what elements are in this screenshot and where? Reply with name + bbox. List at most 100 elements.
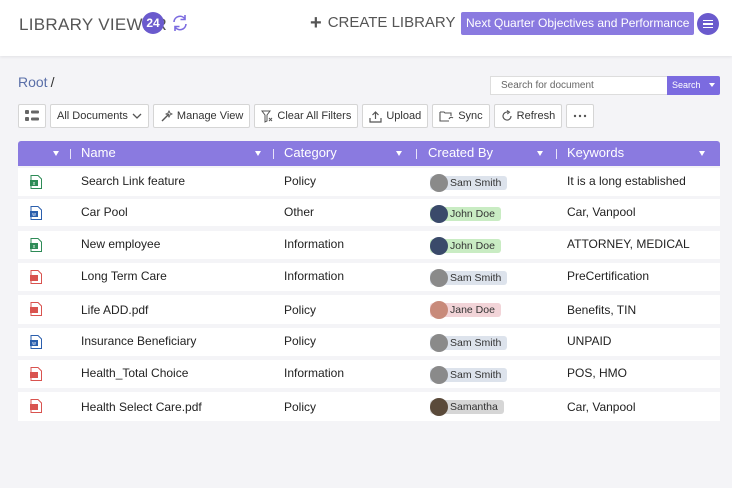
pdf-file-icon xyxy=(30,399,42,413)
user-chip[interactable]: John Doe xyxy=(430,237,501,255)
document-name[interactable]: Life ADD.pdf xyxy=(81,303,148,317)
search-input[interactable]: Search for document xyxy=(490,76,668,95)
search-button-label: Search xyxy=(672,80,701,90)
sync-icon[interactable] xyxy=(170,13,190,33)
word-file-icon: w xyxy=(30,206,42,220)
document-name[interactable]: Car Pool xyxy=(81,205,128,219)
document-name[interactable]: Health_Total Choice xyxy=(81,366,188,380)
column-header-category[interactable]: Category xyxy=(284,141,337,166)
plus-icon: + xyxy=(310,11,322,34)
layout-toggle-button[interactable] xyxy=(18,104,46,128)
created-by-name: John Doe xyxy=(450,208,495,220)
breadcrumb-root-link[interactable]: Root xyxy=(18,74,48,90)
manage-view-button[interactable]: Manage View xyxy=(152,104,251,128)
more-options-button[interactable] xyxy=(566,104,595,128)
avatar xyxy=(430,269,448,287)
document-name[interactable]: New employee xyxy=(81,237,160,251)
column-header-name[interactable]: Name xyxy=(81,141,116,166)
library-count-badge: 24 xyxy=(142,12,164,34)
folder-sync-icon xyxy=(439,111,454,122)
document-category: Information xyxy=(284,366,345,380)
filter-icon[interactable] xyxy=(53,151,59,156)
chevron-down-icon[interactable] xyxy=(709,83,715,87)
filter-icon[interactable] xyxy=(699,151,705,156)
view-select[interactable]: All Documents xyxy=(50,104,149,128)
document-category: Information xyxy=(284,269,345,283)
sync-button[interactable]: Sync xyxy=(432,104,490,128)
breadcrumb: Root / xyxy=(18,74,54,90)
table-row[interactable]: w Car Pool Other Car, Vanpool John Doe xyxy=(18,199,720,226)
column-separator xyxy=(416,149,417,159)
created-by-name: Samantha xyxy=(450,401,498,413)
user-chip[interactable]: Sam Smith xyxy=(430,269,508,287)
document-name[interactable]: Long Term Care xyxy=(81,269,167,283)
table-row[interactable]: w Insurance Beneficiary Policy UNPAID Sam Sm… xyxy=(18,328,720,356)
avatar xyxy=(430,205,448,223)
user-chip[interactable]: Sam Smith xyxy=(430,174,508,192)
avatar xyxy=(430,237,448,255)
table-row[interactable]: Health Select Care.pdf Policy Car, Vanpool… xyxy=(18,392,720,421)
document-category: Other xyxy=(284,205,315,219)
avatar xyxy=(430,301,448,319)
breadcrumb-separator: / xyxy=(50,74,55,90)
created-by-name: Jane Doe xyxy=(450,304,495,316)
user-chip[interactable]: Sam Smith xyxy=(430,366,508,384)
document-keywords: POS, HMO xyxy=(567,366,628,380)
refresh-button[interactable]: Refresh xyxy=(493,104,563,128)
clear-all-filters-label: Clear All Filters xyxy=(277,110,352,122)
excel-file-icon: x xyxy=(30,175,42,189)
filter-icon[interactable] xyxy=(255,151,261,156)
created-by-name: Sam Smith xyxy=(450,369,502,381)
document-keywords: UNPAID xyxy=(567,334,612,348)
refresh-label: Refresh xyxy=(516,110,556,122)
avatar xyxy=(430,398,448,416)
column-header-keywords[interactable]: Keywords xyxy=(567,141,624,166)
column-header-created-by[interactable]: Created By xyxy=(428,141,493,166)
created-by-name: John Doe xyxy=(450,240,495,252)
manage-view-label: Manage View xyxy=(176,110,244,122)
table-row[interactable]: Long Term Care Information PreCertificatio… xyxy=(18,263,720,291)
created-by-name: Sam Smith xyxy=(450,177,502,189)
pdf-file-icon xyxy=(30,302,42,316)
document-category: Policy xyxy=(284,400,317,414)
created-by-name: Sam Smith xyxy=(450,272,502,284)
document-keywords: Car, Vanpool xyxy=(567,205,636,219)
search-button[interactable]: Search xyxy=(667,76,720,95)
document-name[interactable]: Insurance Beneficiary xyxy=(81,334,196,348)
clear-all-filters-button[interactable]: Clear All Filters xyxy=(254,104,359,128)
table-row[interactable]: Life ADD.pdf Policy Benefits, TIN Jane Doe xyxy=(18,295,720,324)
table-row[interactable]: Health_Total Choice Information POS, HMO Sa… xyxy=(18,360,720,388)
document-keywords: Benefits, TIN xyxy=(567,303,637,317)
top-bar: LIBRARY VIEWER 24 + CREATE LIBRARY Next … xyxy=(0,0,732,56)
clear-filter-icon xyxy=(261,110,273,123)
pdf-file-icon xyxy=(30,367,42,381)
upload-button[interactable]: Upload xyxy=(362,104,429,128)
document-category: Policy xyxy=(284,303,317,317)
document-keywords: ATTORNEY, MEDICAL xyxy=(567,237,690,251)
chevron-down-icon xyxy=(132,113,142,119)
column-separator xyxy=(70,149,71,159)
excel-file-icon: x xyxy=(30,238,42,252)
user-chip[interactable]: Sam Smith xyxy=(430,334,508,352)
column-separator xyxy=(556,149,557,159)
user-chip[interactable]: Samantha xyxy=(430,398,504,416)
filter-icon[interactable] xyxy=(537,151,543,156)
user-chip[interactable]: Jane Doe xyxy=(430,301,501,319)
create-library-button[interactable]: + CREATE LIBRARY xyxy=(310,11,456,34)
document-category: Policy xyxy=(284,174,317,188)
document-category: Policy xyxy=(284,334,317,348)
document-name[interactable]: Search Link feature xyxy=(81,174,185,188)
table-row[interactable]: x New employee Information ATTORNEY, MEDICA… xyxy=(18,231,720,259)
user-chip[interactable]: John Doe xyxy=(430,205,501,223)
refresh-icon xyxy=(502,110,512,121)
table-row[interactable]: x Search Link feature Policy It is a long e… xyxy=(18,168,720,196)
toolbar: All Documents Manage View Clear All Filt… xyxy=(18,104,595,128)
svg-text:w: w xyxy=(32,341,36,347)
upload-label: Upload xyxy=(386,110,422,122)
document-keywords: PreCertification xyxy=(567,269,650,283)
created-by-name: Sam Smith xyxy=(450,337,502,349)
objectives-button[interactable]: Next Quarter Objectives and Performance xyxy=(461,12,695,35)
filter-icon[interactable] xyxy=(396,151,402,156)
menu-icon[interactable] xyxy=(697,13,719,35)
document-name[interactable]: Health Select Care.pdf xyxy=(81,400,202,414)
